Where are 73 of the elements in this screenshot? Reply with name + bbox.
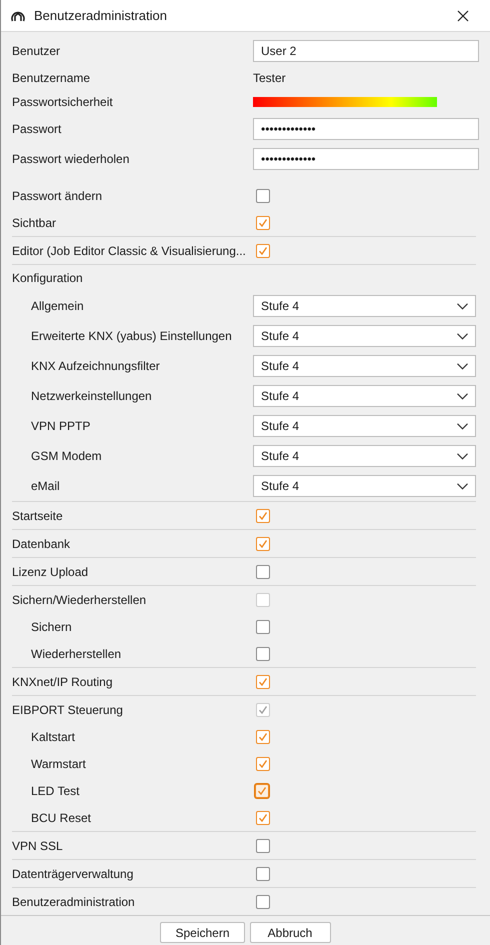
level-dropdown[interactable]: Stufe 4 (253, 295, 476, 317)
checkbox[interactable] (256, 838, 270, 852)
password-field[interactable]: ••••••••••••• (253, 118, 479, 140)
field-label: Datenträgerverwaltung (12, 866, 134, 880)
chevron-down-icon (457, 422, 468, 430)
check-icon (258, 510, 268, 520)
input-field[interactable]: User 2 (253, 40, 479, 62)
field-label: KNX Aufzeichnungsfilter (31, 359, 160, 373)
field-label: eMail (31, 479, 60, 493)
level-dropdown[interactable]: Stufe 4 (253, 475, 476, 497)
username-value: Tester (253, 70, 286, 87)
checkbox[interactable] (256, 188, 270, 202)
checkbox[interactable] (256, 508, 270, 522)
field-label: LED Test (31, 784, 80, 798)
chevron-down-icon (457, 362, 468, 370)
level-dropdown[interactable]: Stufe 4 (253, 385, 476, 407)
field-label: Allgemein (31, 299, 84, 313)
checkbox[interactable] (256, 674, 270, 688)
password-field[interactable]: ••••••••••••• (253, 148, 479, 170)
field-label: Passwort ändern (12, 188, 102, 202)
checkbox[interactable] (256, 564, 270, 578)
field-label: Benutzername (12, 71, 90, 85)
check-icon (258, 676, 268, 686)
field-label: Passwort wiederholen (12, 152, 130, 166)
field-label: Datenbank (12, 536, 70, 550)
chevron-down-icon (457, 302, 468, 310)
level-dropdown[interactable]: Stufe 4 (253, 415, 476, 437)
field-label: Startseite (12, 508, 63, 522)
chevron-down-icon (457, 392, 468, 400)
field-label: VPN PPTP (31, 419, 90, 433)
checkbox[interactable] (256, 244, 270, 258)
field-label: Sichtbar (12, 216, 56, 230)
checkbox[interactable] (256, 894, 270, 908)
field-label: Warmstart (31, 756, 86, 770)
check-icon (258, 812, 268, 822)
field-label: Editor (Job Editor Classic & Visualisierung... (12, 244, 246, 258)
checkbox[interactable] (256, 866, 270, 880)
field-label: Benutzer (12, 44, 60, 58)
field-label: Sichern/Wiederherstellen (12, 592, 146, 606)
field-label: Lizenz Upload (12, 564, 88, 578)
check-icon (258, 218, 268, 228)
level-dropdown[interactable]: Stufe 4 (253, 445, 476, 467)
check-icon (257, 786, 267, 796)
check-icon (258, 538, 268, 548)
checkbox[interactable] (256, 216, 270, 230)
field-label: EIBPORT Steuerung (12, 702, 123, 716)
save-button[interactable]: Speichern (160, 922, 245, 943)
field-label: VPN SSL (12, 838, 63, 852)
field-label: Wiederherstellen (31, 646, 122, 660)
field-label: Passwortsicherheit (12, 95, 113, 109)
field-label: Kaltstart (31, 730, 76, 744)
chevron-down-icon (457, 452, 468, 460)
close-icon[interactable] (457, 10, 469, 22)
check-icon (258, 732, 268, 742)
field-label: KNXnet/IP Routing (12, 674, 113, 688)
check-icon (258, 704, 268, 714)
chevron-down-icon (457, 332, 468, 340)
field-label: Passwort (12, 122, 62, 136)
checkbox[interactable] (256, 536, 270, 550)
level-dropdown[interactable]: Stufe 4 (253, 355, 476, 377)
level-dropdown[interactable]: Stufe 4 (253, 325, 476, 347)
field-label: Konfiguration (12, 271, 83, 285)
field-label: Benutzeradministration (12, 894, 135, 908)
field-label: GSM Modem (31, 449, 102, 463)
check-icon (258, 758, 268, 768)
field-label: Sichern (31, 620, 72, 634)
field-label: Erweiterte KNX (yabus) Einstellungen (31, 329, 232, 343)
check-icon (258, 246, 268, 256)
chevron-down-icon (457, 482, 468, 490)
field-label: Netzwerkeinstellungen (31, 389, 152, 403)
window-title: Benutzeradministration (34, 6, 167, 25)
field-label: BCU Reset (31, 810, 92, 824)
cancel-button[interactable]: Abbruch (250, 922, 331, 943)
